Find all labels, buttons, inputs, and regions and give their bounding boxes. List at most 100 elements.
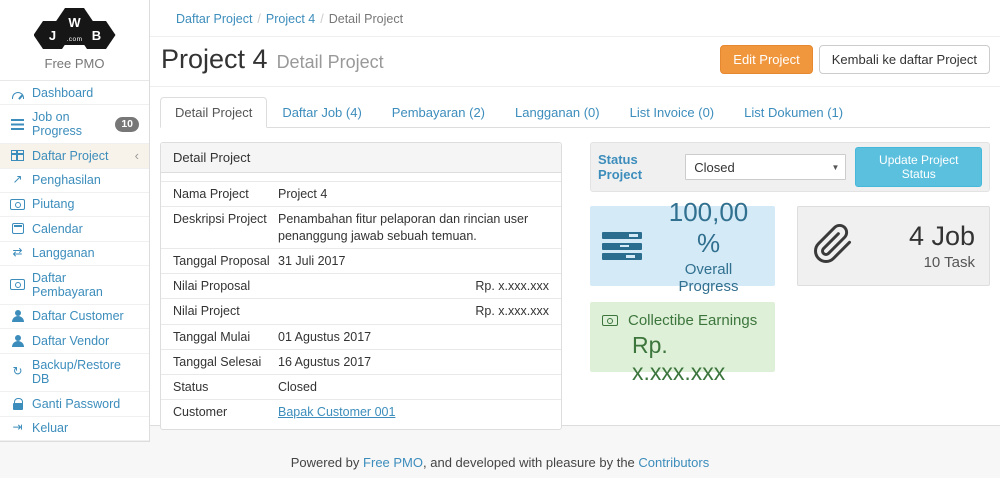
breadcrumb-separator: / (257, 12, 260, 26)
breadcrumb-current: Detail Project (329, 12, 403, 26)
sidebar-item-label: Calendar (32, 222, 83, 236)
detail-project-panel: Detail Project Nama Project Project 4 De… (160, 142, 562, 430)
sidebar-item-langganan[interactable]: ⇄ Langganan (0, 242, 149, 266)
sidebar-item-label: Penghasilan (32, 173, 101, 187)
back-to-project-list-button[interactable]: Kembali ke daftar Project (819, 45, 990, 74)
overall-progress-card: 100,00 % Overall Progress (590, 206, 775, 286)
breadcrumb-project-4[interactable]: Project 4 (266, 12, 315, 26)
earnings-header: Collectibe Earnings (602, 312, 763, 329)
row-label: Nilai Proposal (173, 278, 278, 294)
brand: J W B .com Free PMO (0, 0, 149, 80)
tab-detail-project[interactable]: Detail Project (160, 97, 267, 128)
row-label: Deskripsi Project (173, 211, 278, 244)
progress-value: 100,00 % (654, 197, 763, 259)
sign-out-icon: ⇥ (10, 421, 25, 435)
sidebar-item-label: Keluar (32, 421, 68, 435)
contributors-link[interactable]: Contributors (638, 455, 709, 470)
sidebar-item-penghasilan[interactable]: ↗ Penghasilan (0, 169, 149, 193)
tab-list-dokumen[interactable]: List Dokumen (1) (729, 97, 858, 128)
list-icon (10, 117, 25, 131)
tab-bar: Detail Project Daftar Job (4) Pembayaran… (160, 97, 990, 128)
sidebar-item-label: Daftar Project (32, 149, 108, 163)
breadcrumb-separator: / (320, 12, 323, 26)
footer-text: Powered by (291, 455, 360, 470)
row-value: 16 Agustus 2017 (278, 354, 549, 370)
earnings-value: Rp. x.xxx.xxx (632, 332, 763, 386)
right-column: Status Project Closed ▼ Update Project S… (590, 142, 990, 430)
row-value: Bapak Customer 001 (278, 404, 549, 420)
row-value: Penambahan fitur pelaporan dan rincian u… (278, 211, 549, 244)
row-label: Status (173, 379, 278, 395)
brand-name: Free PMO (0, 52, 149, 80)
tasks-count: 10 Task (909, 254, 975, 271)
sidebar-item-daftar-customer[interactable]: Daftar Customer (0, 305, 149, 329)
sidebar-item-label: Backup/Restore DB (32, 358, 139, 387)
row-label: Tanggal Selesai (173, 354, 278, 370)
sidebar-item-piutang[interactable]: Piutang (0, 193, 149, 217)
sidebar-item-label: Daftar Vendor (32, 334, 109, 348)
status-project-bar: Status Project Closed ▼ Update Project S… (590, 142, 990, 192)
summary-cards-row: 100,00 % Overall Progress 4 Job 10 Task (590, 206, 990, 286)
status-select-wrap: Closed ▼ (685, 154, 846, 180)
table-row: Customer Bapak Customer 001 (161, 399, 561, 424)
table-row: Tanggal Mulai 01 Agustus 2017 (161, 324, 561, 349)
row-value: Rp. x.xxx.xxx (278, 303, 549, 319)
users-icon (10, 334, 25, 348)
row-label: Tanggal Proposal (173, 253, 278, 269)
sidebar-item-backup-restore-db[interactable]: ↻ Backup/Restore DB (0, 354, 149, 393)
row-value: 01 Agustus 2017 (278, 329, 549, 345)
sidebar-item-job-on-progress[interactable]: Job on Progress 10 (0, 105, 149, 144)
tab-langganan[interactable]: Langganan (0) (500, 97, 615, 128)
footer: Powered by Free PMO, and developed with … (0, 442, 1000, 470)
sidebar-item-daftar-project[interactable]: Daftar Project ‹ (0, 144, 149, 168)
jwb-logo[interactable]: J W B .com (29, 8, 121, 52)
page-subtitle: Detail Project (277, 46, 384, 73)
tab-pembayaran[interactable]: Pembayaran (2) (377, 97, 500, 128)
free-pmo-link[interactable]: Free PMO (363, 455, 423, 470)
chevron-left-icon: ‹ (135, 149, 139, 162)
breadcrumb-daftar-project[interactable]: Daftar Project (176, 12, 252, 26)
page-header: Project 4 Detail Project Edit Project Ke… (150, 37, 1000, 87)
edit-project-button[interactable]: Edit Project (720, 45, 812, 74)
tab-list-invoice[interactable]: List Invoice (0) (615, 97, 730, 128)
footer-text: , and developed with pleasure by the (423, 455, 635, 470)
jobs-value: 4 Job (909, 221, 975, 252)
app-window: J W B .com Free PMO Dashboard Job on Pro… (0, 0, 1000, 442)
sidebar-item-ganti-password[interactable]: Ganti Password (0, 392, 149, 416)
main-content: Daftar Project / Project 4 / Detail Project … (150, 0, 1000, 426)
retweet-icon: ⇄ (10, 246, 25, 260)
row-value: 31 Juli 2017 (278, 253, 549, 269)
lock-icon (10, 397, 25, 411)
tab-daftar-job[interactable]: Daftar Job (4) (267, 97, 376, 128)
sidebar-item-calendar[interactable]: Calendar (0, 217, 149, 241)
table-row: Deskripsi Project Penambahan fitur pelap… (161, 206, 561, 248)
job-count-badge: 10 (115, 117, 139, 132)
status-select[interactable]: Closed (685, 154, 846, 180)
breadcrumb: Daftar Project / Project 4 / Detail Project (150, 0, 1000, 37)
table-icon (10, 149, 25, 163)
update-project-status-button[interactable]: Update Project Status (855, 147, 982, 187)
sidebar-item-keluar[interactable]: ⇥ Keluar (0, 417, 149, 441)
sidebar: J W B .com Free PMO Dashboard Job on Pro… (0, 0, 150, 442)
sidebar-item-dashboard[interactable]: Dashboard (0, 81, 149, 105)
tasks-icon (602, 232, 642, 260)
line-chart-icon: ↗ (10, 173, 25, 187)
customer-link[interactable]: Bapak Customer 001 (278, 405, 395, 419)
money-icon (602, 315, 618, 326)
table-row: Tanggal Selesai 16 Agustus 2017 (161, 349, 561, 374)
header-buttons: Edit Project Kembali ke daftar Project (720, 45, 990, 74)
refresh-icon: ↻ (10, 365, 25, 379)
tab-content: Detail Project Nama Project Project 4 De… (150, 128, 1000, 430)
sidebar-item-daftar-vendor[interactable]: Daftar Vendor (0, 329, 149, 353)
jobs-text: 4 Job 10 Task (909, 221, 975, 271)
users-icon (10, 309, 25, 323)
sidebar-item-label: Job on Progress (32, 110, 108, 139)
sidebar-item-label: Dashboard (32, 86, 93, 100)
table-row: Status Closed (161, 374, 561, 399)
dashboard-icon (10, 86, 25, 100)
sidebar-item-label: Piutang (32, 197, 74, 211)
progress-text: 100,00 % Overall Progress (654, 197, 763, 295)
sidebar-item-daftar-pembayaran[interactable]: Daftar Pembayaran (0, 266, 149, 305)
panel-title: Detail Project (161, 143, 561, 173)
earnings-label: Collectibe Earnings (628, 312, 757, 329)
